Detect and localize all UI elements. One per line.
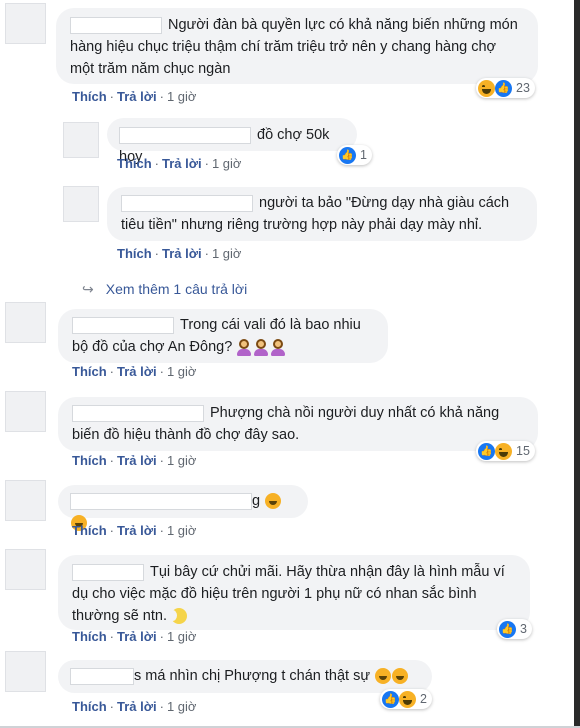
timestamp[interactable]: 1 giờ [167,629,197,644]
comment-actions: Thích · Trả lời · 1 giờ [72,453,197,468]
redacted-author-name[interactable] [70,16,162,34]
redacted-author-name[interactable] [72,563,144,581]
comment-actions: Thích · Trả lời · 1 giờ [72,699,197,714]
reaction-count: 23 [516,81,530,95]
haha-reaction-icon [478,79,495,97]
comment-text: g [252,493,261,509]
avatar[interactable] [5,480,46,521]
reply-link[interactable]: Trả lời [117,364,157,379]
avatar[interactable] [63,122,99,158]
comment-actions: Thích · Trả lời · 1 giờ [117,246,242,261]
rolling-laughing-face-emoji [375,668,392,685]
reaction-count: 15 [516,444,530,458]
like-link[interactable]: Thích [72,699,107,714]
avatar[interactable] [5,651,46,692]
redacted-author-name[interactable] [119,126,251,144]
redacted-author-name[interactable] [70,667,134,685]
reaction-count: 1 [360,148,367,162]
timestamp[interactable]: 1 giờ [167,364,197,379]
timestamp[interactable]: 1 giờ [167,89,197,104]
reply-link[interactable]: Trả lời [117,89,157,104]
reaction-summary[interactable]: 👍 23 [476,78,535,98]
like-reaction-icon: 👍 [478,442,495,460]
comment-bubble: Phượng chà nồi người duy nhất có khả năn… [58,397,538,451]
like-link[interactable]: Thích [117,246,152,261]
redacted-author-name[interactable] [121,194,253,212]
timestamp[interactable]: 1 giờ [167,453,197,468]
woman-shrugging-emoji [253,338,269,356]
reaction-summary[interactable]: 👍 15 [476,441,535,461]
woman-shrugging-emoji [236,338,252,356]
like-reaction-icon: 👍 [495,79,512,97]
reaction-summary[interactable]: 👍 1 [337,145,372,165]
avatar[interactable] [5,549,46,590]
comment-bubble: s má nhìn chị Phượng t chán thật sự [58,660,432,693]
reaction-summary[interactable]: 👍 3 [497,619,532,639]
like-link[interactable]: Thích [117,156,152,171]
comment-actions: Thích · Trả lời · 1 giờ [72,89,197,104]
comment-bubble: g [58,485,308,532]
reply-link[interactable]: Trả lời [117,629,157,644]
like-reaction-icon: 👍 [339,146,356,164]
like-link[interactable]: Thích [72,453,107,468]
comment-actions: Thích · Trả lời · 1 giờ [72,629,197,644]
reaction-count: 3 [520,622,527,636]
like-link[interactable]: Thích [72,629,107,644]
timestamp[interactable]: 1 giờ [167,699,197,714]
comment-actions: Thích · Trả lời · 1 giờ [117,156,242,171]
laughing-face-emoji [265,493,282,510]
avatar[interactable] [63,186,99,222]
like-link[interactable]: Thích [72,89,107,104]
timestamp[interactable]: 1 giờ [167,523,197,538]
reply-link[interactable]: Trả lời [117,699,157,714]
avatar[interactable] [5,391,46,432]
like-link[interactable]: Thích [72,364,107,379]
like-reaction-icon: 👍 [382,690,399,708]
comment-bubble: Người đàn bà quyền lực có khả năng biến … [56,8,538,84]
window-edge [574,0,580,728]
woman-shrugging-emoji [270,338,286,356]
avatar[interactable] [5,3,46,44]
rolling-laughing-face-emoji [392,668,409,685]
comment-bubble: Trong cái vali đó là bao nhiu bộ đồ của … [58,309,388,363]
reply-link[interactable]: Trả lời [117,453,157,468]
timestamp[interactable]: 1 giờ [212,246,242,261]
view-more-replies[interactable]: ↪ Xem thêm 1 câu trả lời [82,281,247,298]
reaction-count: 2 [420,692,427,706]
reply-link[interactable]: Trả lời [162,246,202,261]
comment-actions: Thích · Trả lời · 1 giờ [72,364,197,379]
comment-bubble: đồ chợ 50k hoy [107,118,357,165]
moon-face-emoji [168,608,188,625]
redacted-author-name[interactable] [72,316,174,334]
timestamp[interactable]: 1 giờ [212,156,242,171]
reply-link[interactable]: Trả lời [117,523,157,538]
comment-actions: Thích · Trả lời · 1 giờ [72,523,197,538]
reply-arrow-icon: ↪ [82,281,94,297]
reply-link[interactable]: Trả lời [162,156,202,171]
comment-bubble: người ta bảo "Đừng dạy nhà giàu cách tiê… [107,187,537,241]
comment-text: s má nhìn chị Phượng t chán thật sự [134,668,371,684]
like-link[interactable]: Thích [72,523,107,538]
haha-reaction-icon [399,690,416,708]
redacted-author-name[interactable] [72,404,204,422]
avatar[interactable] [5,302,46,343]
view-more-label[interactable]: Xem thêm 1 câu trả lời [106,281,247,297]
redacted-author-name[interactable] [70,492,252,510]
like-reaction-icon: 👍 [499,620,516,638]
haha-reaction-icon [495,442,512,460]
comment-bubble: Tụi bây cứ chửi mãi. Hãy thừa nhận đây l… [58,555,530,630]
reaction-summary[interactable]: 👍 2 [380,689,432,709]
